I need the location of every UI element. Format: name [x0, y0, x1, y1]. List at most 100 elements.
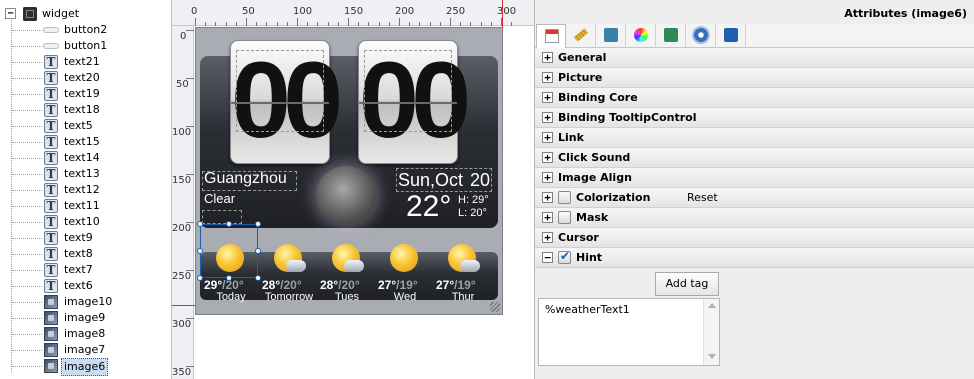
- tree-item[interactable]: Ttext13: [0, 166, 170, 182]
- section-colorization[interactable]: + Colorization Reset: [535, 188, 974, 208]
- expand-icon[interactable]: +: [542, 232, 553, 243]
- ruler-guide-horizontal[interactable]: [172, 305, 195, 306]
- section-checkbox[interactable]: [558, 249, 571, 264]
- expand-icon[interactable]: +: [542, 112, 553, 123]
- tree-item[interactable]: button2: [0, 22, 170, 38]
- section-click-sound[interactable]: + Click Sound: [535, 148, 974, 168]
- expand-icon[interactable]: +: [542, 192, 553, 203]
- cloud-shape: [344, 260, 364, 272]
- date-text-box[interactable]: [396, 168, 492, 192]
- tab-calendar[interactable]: [536, 24, 566, 48]
- tree-connector: [12, 78, 42, 79]
- expand-icon[interactable]: +: [542, 212, 553, 223]
- ruler-label: 50: [242, 6, 255, 17]
- expand-icon[interactable]: +: [542, 72, 553, 83]
- resize-handle-se[interactable]: [255, 275, 261, 281]
- object-tree[interactable]: − widget button2 button1 Ttext21 Ttext20 Tte…: [0, 0, 172, 379]
- hint-textarea[interactable]: %weatherText1: [538, 298, 720, 366]
- resize-handle-w[interactable]: [197, 248, 203, 254]
- ruler-label: 0: [180, 31, 187, 42]
- section-link[interactable]: + Link: [535, 128, 974, 148]
- collapse-icon[interactable]: −: [5, 8, 16, 19]
- forecast-day[interactable]: 27°/19° Thur: [434, 238, 492, 303]
- section-label: Binding Core: [558, 91, 638, 104]
- hour-text-box[interactable]: [236, 50, 324, 132]
- expand-icon[interactable]: +: [542, 92, 553, 103]
- ruler-label: 50: [176, 79, 189, 90]
- section-binding-core[interactable]: + Binding Core: [535, 88, 974, 108]
- tree-item[interactable]: Ttext8: [0, 246, 170, 262]
- tree-item[interactable]: Ttext20: [0, 70, 170, 86]
- resize-handle-ne[interactable]: [255, 221, 261, 227]
- minute-text-box[interactable]: [364, 50, 452, 132]
- tree-item[interactable]: Ttext6: [0, 278, 170, 294]
- tab-shapes[interactable]: [596, 24, 626, 48]
- tab-color-wheel[interactable]: [626, 24, 656, 48]
- tree-item[interactable]: image8: [0, 326, 170, 342]
- forecast-day[interactable]: 28°/20° Tomorrow: [260, 238, 318, 303]
- tree-item[interactable]: image10: [0, 294, 170, 310]
- add-tag-button[interactable]: Add tag: [655, 272, 719, 296]
- tree-root-node[interactable]: − widget: [5, 6, 165, 22]
- section-hint[interactable]: − Hint: [535, 248, 974, 268]
- expand-icon[interactable]: +: [542, 172, 553, 183]
- expand-icon[interactable]: +: [542, 52, 553, 63]
- tree-item[interactable]: Ttext18: [0, 102, 170, 118]
- section-binding-tooltipcontrol[interactable]: + Binding TooltipControl: [535, 108, 974, 128]
- forecast-day[interactable]: 27°/19° Wed: [376, 238, 434, 303]
- resize-handle-s[interactable]: [226, 275, 232, 281]
- section-checkbox[interactable]: [558, 191, 571, 204]
- scroll-down-icon[interactable]: [708, 354, 716, 359]
- scroll-up-icon[interactable]: [708, 303, 716, 308]
- hint-scrollbar[interactable]: [703, 299, 719, 365]
- tab-box[interactable]: [716, 24, 746, 48]
- section-picture[interactable]: + Picture: [535, 68, 974, 88]
- expand-icon[interactable]: +: [542, 132, 553, 143]
- reset-link[interactable]: Reset: [687, 191, 718, 204]
- tab-gear[interactable]: [686, 24, 716, 48]
- collapse-icon[interactable]: −: [542, 252, 553, 263]
- selection-box[interactable]: [200, 224, 258, 278]
- high-temp-label: H: 29°: [458, 194, 489, 206]
- weather-widget-frame[interactable]: 00 00 Guangzhou Clear Sun,Oct 20 22° H: …: [195, 27, 503, 315]
- forecast-high: 28°: [320, 278, 339, 292]
- tree-item[interactable]: Ttext15: [0, 134, 170, 150]
- section-image-align[interactable]: + Image Align: [535, 168, 974, 188]
- tab-cube[interactable]: [656, 24, 686, 48]
- tree-item[interactable]: image9: [0, 310, 170, 326]
- resize-handle-nw[interactable]: [197, 221, 203, 227]
- section-cursor[interactable]: + Cursor: [535, 228, 974, 248]
- tree-item-label: image8: [64, 327, 106, 340]
- tree-item[interactable]: Ttext10: [0, 214, 170, 230]
- ruler-guide-vertical[interactable]: [502, 0, 503, 30]
- section-label: Colorization: [576, 191, 651, 204]
- tree-item[interactable]: image7: [0, 342, 170, 358]
- tree-item[interactable]: Ttext19: [0, 86, 170, 102]
- tree-item[interactable]: Ttext9: [0, 230, 170, 246]
- resize-grip-icon[interactable]: [490, 302, 500, 312]
- section-general[interactable]: + General: [535, 48, 974, 68]
- city-text-box[interactable]: [202, 171, 297, 191]
- tab-ruler[interactable]: [566, 24, 596, 48]
- tree-connector: [12, 126, 42, 127]
- resize-handle-e[interactable]: [255, 248, 261, 254]
- tree-item[interactable]: button1: [0, 38, 170, 54]
- forecast-day[interactable]: 28°/20° Tues: [318, 238, 376, 303]
- tree-item[interactable]: Ttext14: [0, 150, 170, 166]
- tree-item[interactable]: Ttext12: [0, 182, 170, 198]
- ruler-tick: [460, 22, 462, 26]
- resize-handle-n[interactable]: [226, 221, 232, 227]
- tree-item[interactable]: Ttext5: [0, 118, 170, 134]
- section-label: Link: [558, 131, 584, 144]
- section-mask[interactable]: + Mask: [535, 208, 974, 228]
- tree-item[interactable]: Ttext11: [0, 198, 170, 214]
- partly-cloudy-icon: [332, 244, 364, 276]
- tree-item[interactable]: Ttext7: [0, 262, 170, 278]
- condition-text-box[interactable]: [202, 210, 242, 224]
- resize-handle-sw[interactable]: [197, 275, 203, 281]
- tree-item[interactable]: image6: [0, 358, 170, 376]
- ruler-tick: [297, 22, 298, 26]
- section-checkbox[interactable]: [558, 211, 571, 224]
- expand-icon[interactable]: +: [542, 152, 553, 163]
- tree-item[interactable]: Ttext21: [0, 54, 170, 70]
